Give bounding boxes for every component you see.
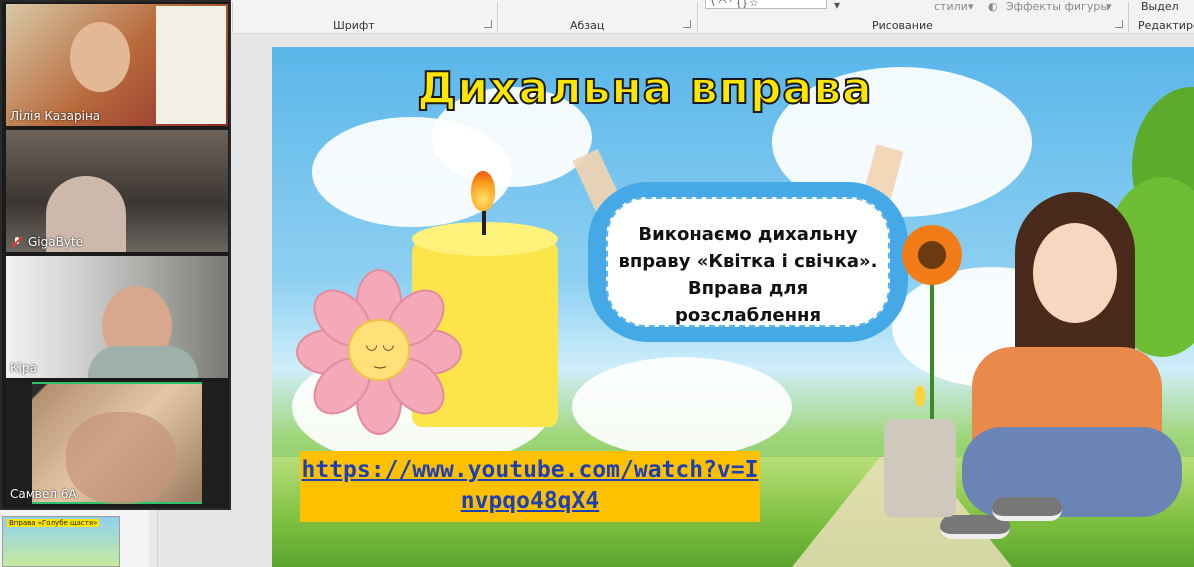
- participant-video: [88, 346, 198, 378]
- video-letterbox: [6, 382, 32, 504]
- participant-video: [66, 412, 176, 504]
- shape-effects-dropdown-icon[interactable]: ▾: [1106, 0, 1112, 13]
- instruction-line: вправу «Квітка і свічка».: [618, 251, 878, 272]
- slide-thumbnail-title: Вправа «Голубе щастя»: [7, 519, 100, 527]
- participants-panel: Лілія Казаріна GigaByte Кіра Самвел 6А: [0, 0, 231, 510]
- participant-name: Кіра: [10, 361, 37, 375]
- instruction-text: Виконаємо дихальну вправу «Квітка і свіч…: [610, 221, 886, 329]
- select-label[interactable]: Выдел: [1141, 0, 1179, 13]
- quick-styles-label[interactable]: стили: [934, 0, 968, 13]
- cloud-illustration: [572, 357, 792, 457]
- instruction-line: Вправа для: [687, 278, 809, 299]
- small-candle-illustration: [884, 419, 956, 517]
- candle-wick: [482, 207, 486, 235]
- shape-effects-icon[interactable]: ◐: [988, 0, 998, 13]
- participant-name: GigaByte: [28, 235, 84, 249]
- video-letterbox: [202, 382, 228, 504]
- shapes-more-icon[interactable]: ▾: [834, 0, 840, 12]
- instruction-line: розслаблення: [674, 305, 822, 326]
- shape-effects-label[interactable]: Эффекты фигуры: [1006, 0, 1109, 13]
- shoe-icon: [992, 497, 1062, 521]
- drawing-group-label: Рисование: [872, 19, 933, 32]
- slide-thumbnail[interactable]: Вправа «Голубе щастя»: [2, 516, 120, 567]
- styles-dropdown-icon[interactable]: ▾: [968, 0, 974, 13]
- mic-muted-icon: [11, 236, 23, 248]
- small-flame-icon: [915, 385, 925, 407]
- ribbon-separator: [1128, 2, 1129, 32]
- flower-stem: [930, 283, 934, 423]
- editing-group-label: Редактиро: [1138, 19, 1194, 32]
- participant-video: [156, 6, 226, 124]
- ribbon-separator: [232, 2, 233, 32]
- participant-tile[interactable]: GigaByte: [6, 130, 228, 252]
- ribbon-separator: [697, 2, 698, 32]
- girl-face: [1033, 223, 1117, 323]
- participant-tile[interactable]: Кіра: [6, 256, 228, 378]
- flame-icon: [471, 171, 495, 211]
- participant-name: Самвел 6А: [10, 487, 77, 501]
- smile-face-icon: ◡ ◡ ‿: [365, 337, 395, 369]
- video-link[interactable]: https://www.youtube.com/watch?v=Invpqo48…: [300, 455, 760, 517]
- shapes-gallery[interactable]: ∖ ◠ ⌜ { } ☆: [705, 0, 827, 9]
- app-window: Шрифт Абзац ∖ ◠ ⌜ { } ☆ ▾ Рисование стил…: [0, 0, 1194, 567]
- participant-tile-active-speaker[interactable]: Самвел 6А: [6, 382, 228, 504]
- paragraph-group-label: Абзац: [570, 19, 605, 32]
- drawing-dialog-launcher-icon[interactable]: [1115, 20, 1123, 28]
- slide-title: Дихальна вправа: [416, 62, 873, 115]
- font-group-label: Шрифт: [333, 19, 375, 32]
- participant-video: [70, 22, 130, 92]
- participant-name: Лілія Казаріна: [10, 109, 101, 123]
- font-dialog-launcher-icon[interactable]: [484, 20, 492, 28]
- participant-tile[interactable]: Лілія Казаріна: [6, 4, 228, 126]
- orange-flower-icon: [902, 225, 962, 285]
- paragraph-dialog-launcher-icon[interactable]: [683, 20, 691, 28]
- ribbon-separator: [497, 2, 498, 32]
- instruction-line: Виконаємо дихальну: [638, 224, 858, 245]
